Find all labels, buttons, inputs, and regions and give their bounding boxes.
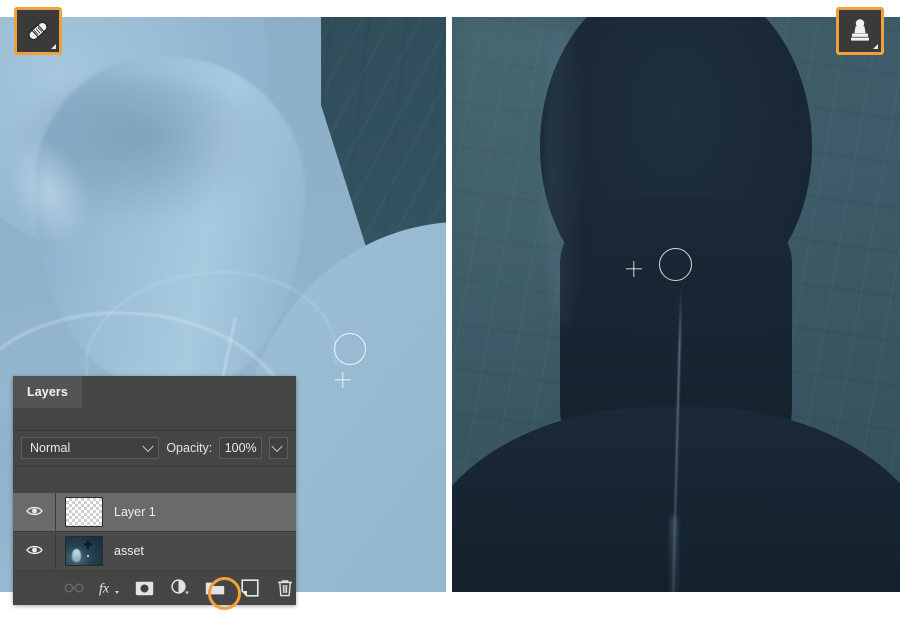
layer-name[interactable]: asset — [112, 544, 144, 558]
layer-thumbnail-wrap[interactable] — [56, 536, 112, 566]
layer-filter-row[interactable] — [13, 408, 296, 430]
panel-tab-bar: Layers — [13, 376, 296, 408]
layer-style-button[interactable]: fx — [98, 577, 120, 599]
folder-icon — [205, 581, 225, 596]
thumbnail-corner-marks — [66, 498, 102, 526]
svg-text:fx: fx — [99, 582, 110, 597]
screenshot-stage: Layers Normal Opacity: 100% Layer 1 asse… — [0, 0, 900, 622]
clone-stamp-tool-badge[interactable] — [836, 7, 884, 55]
right-photo-grain — [452, 17, 900, 592]
new-group-button[interactable] — [205, 577, 226, 599]
opacity-value: 100% — [224, 441, 257, 455]
opacity-input[interactable]: 100% — [219, 437, 263, 459]
brush-ring-icon — [334, 333, 366, 365]
layer-mask-button[interactable] — [134, 577, 155, 599]
blend-mode-value: Normal — [30, 441, 71, 455]
layer-visibility-toggle[interactable] — [13, 493, 56, 531]
adjustment-layer-button[interactable] — [169, 577, 190, 599]
tab-layers-label: Layers — [27, 385, 68, 399]
tool-group-corner-icon — [51, 44, 56, 49]
tab-layers[interactable]: Layers — [13, 376, 82, 408]
thumbnail-marker — [84, 540, 92, 549]
tool-group-corner-icon — [873, 44, 878, 49]
eye-icon — [25, 505, 43, 520]
right-canvas[interactable] — [452, 17, 900, 592]
trash-icon — [277, 579, 293, 597]
blend-mode-select[interactable]: Normal — [21, 437, 160, 459]
right-photo — [452, 17, 900, 592]
chevron-down-icon — [271, 440, 283, 453]
layers-panel-footer: fx — [13, 571, 296, 605]
thumbnail-figure — [72, 549, 81, 562]
table-row[interactable]: asset — [13, 532, 296, 571]
new-layer-icon — [241, 579, 259, 597]
brush-ring-icon — [659, 248, 692, 281]
layer-name[interactable]: Layer 1 — [112, 505, 156, 519]
opacity-stepper[interactable] — [269, 437, 288, 459]
new-layer-button[interactable] — [240, 577, 261, 599]
chevron-down-icon — [142, 440, 154, 453]
clone-source-crosshair-icon — [626, 261, 642, 277]
layer-visibility-toggle[interactable] — [13, 532, 56, 570]
thumbnail-dot — [87, 555, 89, 557]
stamp-icon — [846, 17, 874, 45]
bandage-icon — [23, 16, 53, 46]
mask-icon — [135, 581, 154, 596]
layers-panel: Layers Normal Opacity: 100% Layer 1 asse… — [13, 376, 296, 605]
brush-crosshair-icon — [335, 372, 351, 388]
table-row[interactable]: Layer 1 — [13, 493, 296, 532]
half-circle-icon — [170, 579, 190, 597]
layer-thumbnail-transparent — [65, 497, 103, 527]
panel-body: Normal Opacity: 100% Layer 1 asset fx — [13, 408, 296, 605]
link-icon — [64, 582, 84, 594]
layer-thumbnail-image — [65, 536, 103, 566]
healing-brush-tool-badge[interactable] — [14, 7, 62, 55]
eye-icon — [25, 544, 43, 559]
lock-controls-row[interactable] — [13, 466, 296, 493]
fx-icon: fx — [98, 579, 120, 597]
layer-thumbnail-wrap[interactable] — [56, 497, 112, 527]
blend-and-opacity-row: Normal Opacity: 100% — [13, 431, 296, 466]
delete-layer-button[interactable] — [275, 577, 296, 599]
link-layers-button[interactable] — [63, 577, 84, 599]
opacity-label: Opacity: — [166, 441, 213, 455]
